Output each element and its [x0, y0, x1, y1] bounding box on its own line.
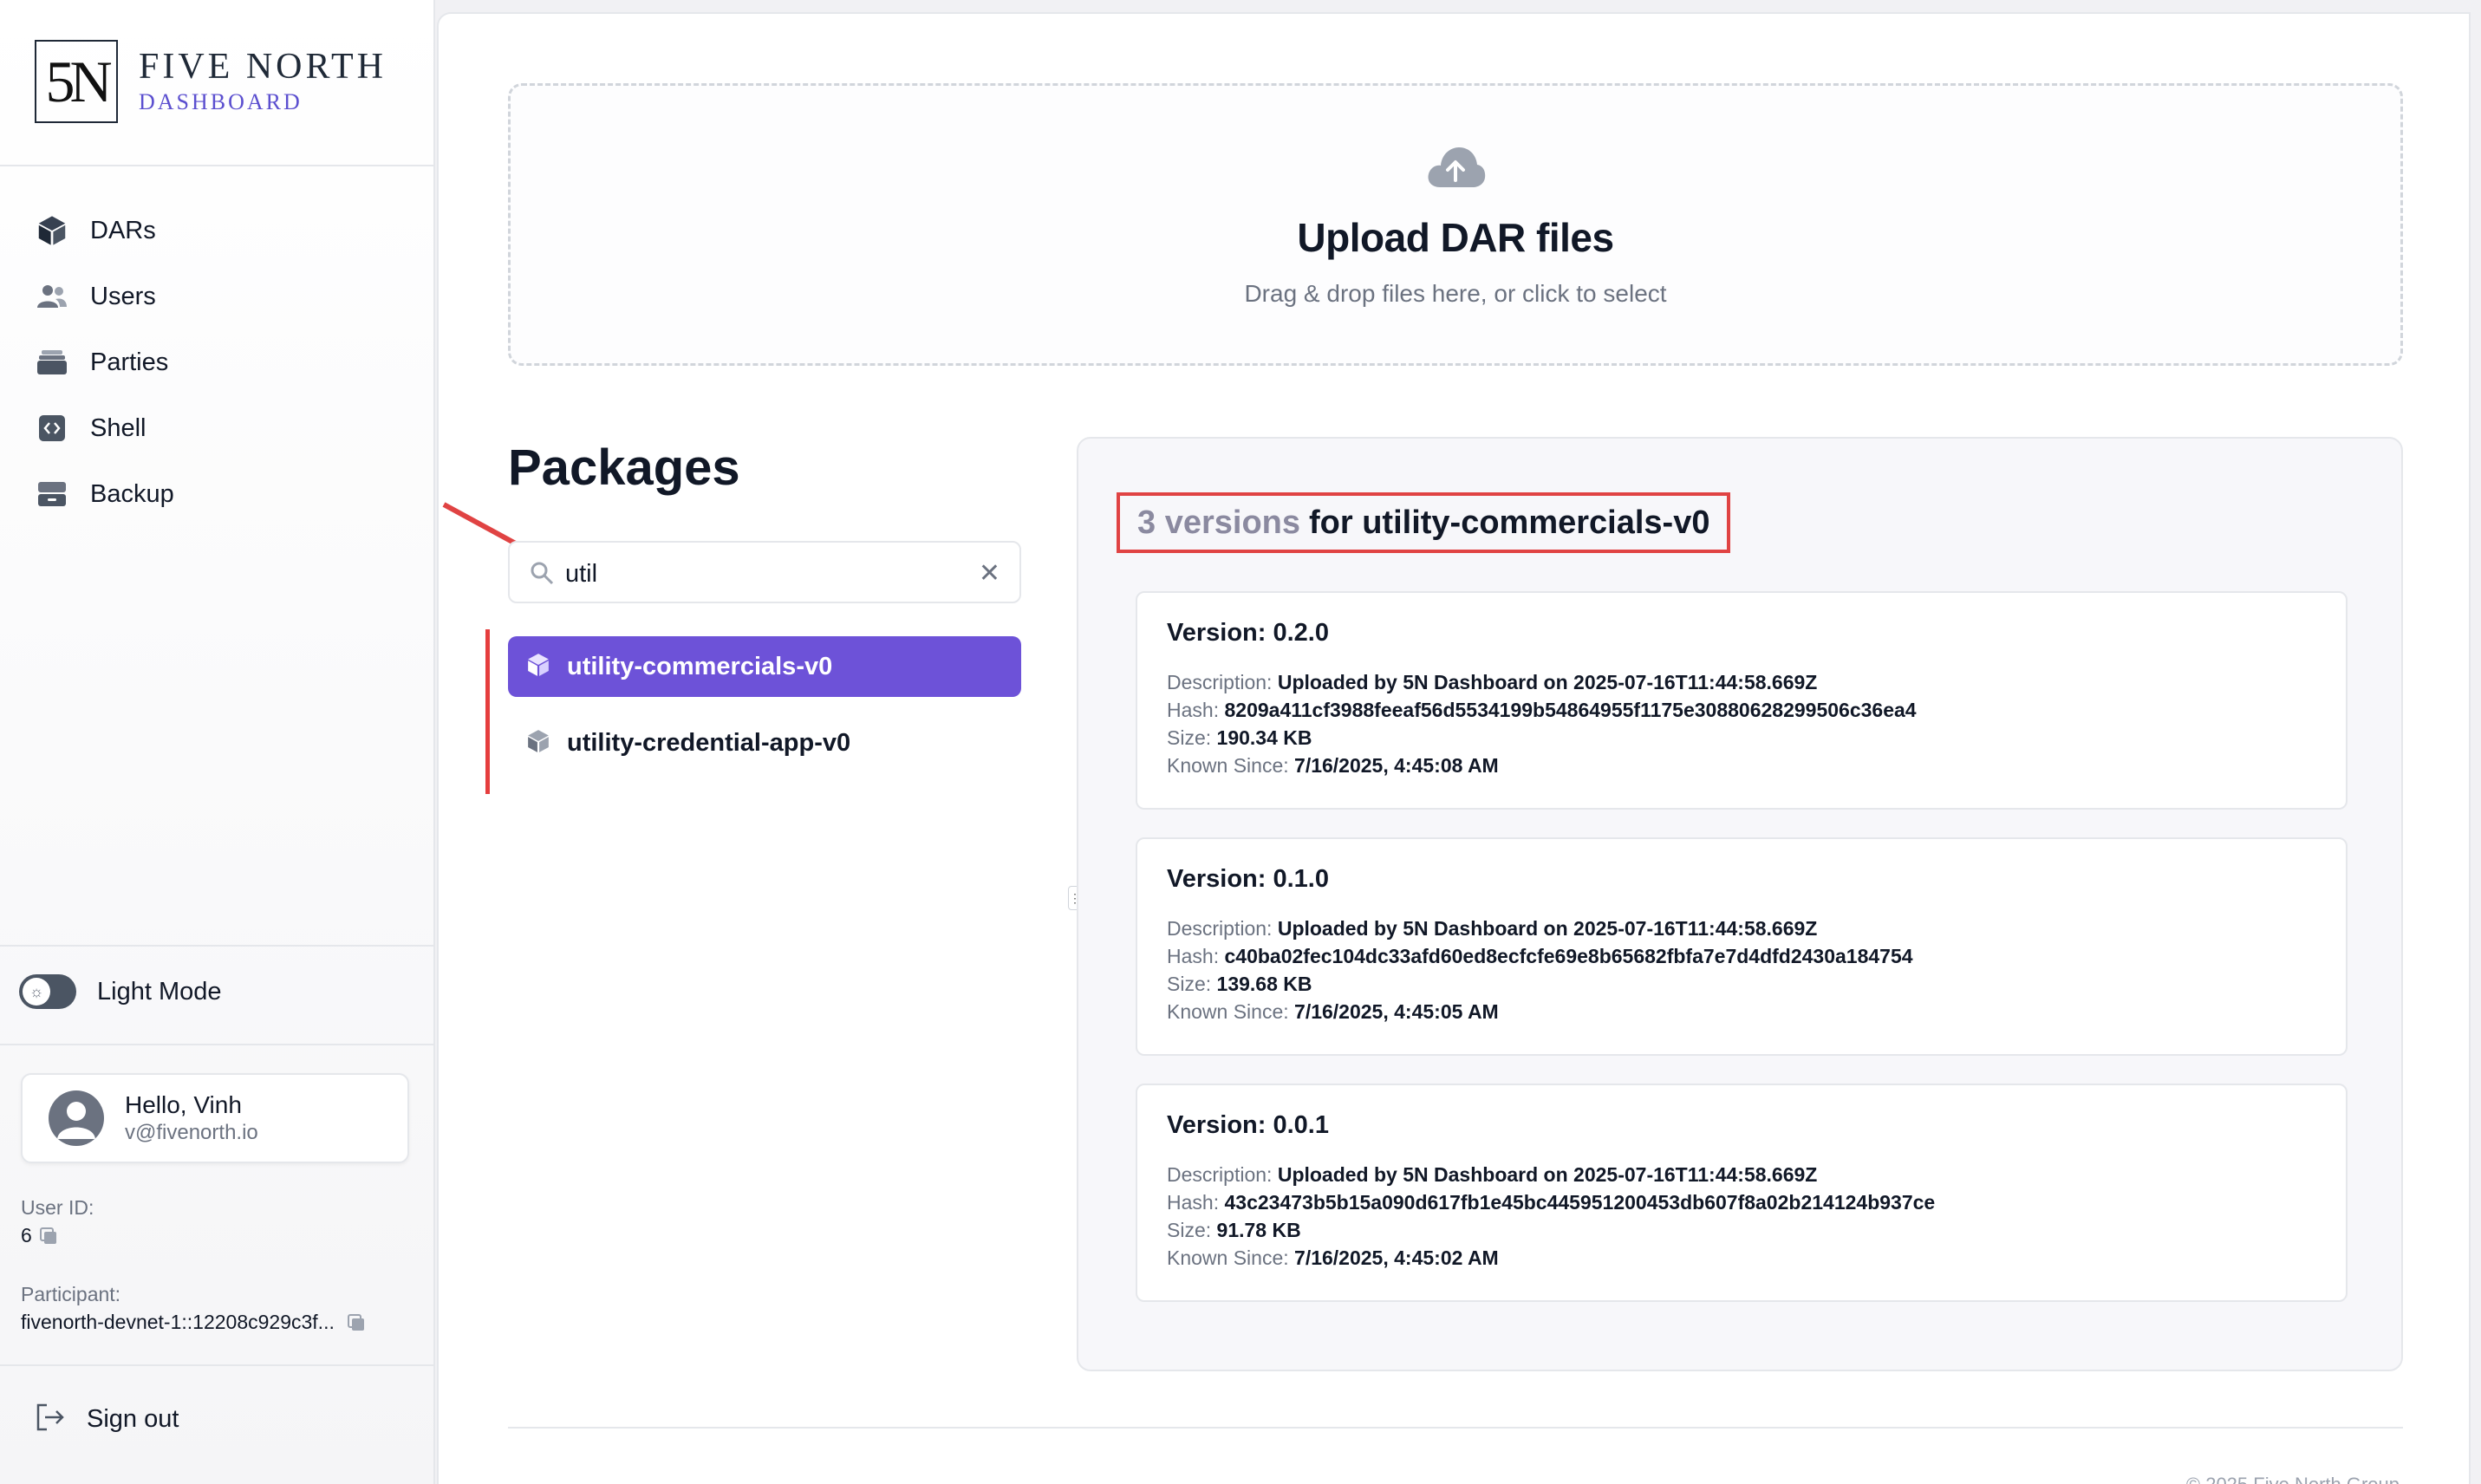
version-known-since: Known Since: 7/16/2025, 4:45:08 AM [1167, 754, 1499, 777]
participant-label: Participant: [21, 1283, 121, 1305]
brand-logo[interactable]: 5N FIVE NORTH DASHBOARD [35, 40, 387, 123]
version-card: Version: 0.1.0 Description: Uploaded by … [1136, 837, 2348, 1056]
version-card: Version: 0.2.0 Description: Uploaded by … [1136, 591, 2348, 810]
upload-dropzone[interactable]: Upload DAR files Drag & drop files here,… [508, 83, 2403, 366]
user-card[interactable]: Hello, Vinh v@fivenorth.io [21, 1073, 409, 1163]
user-id-value: 6 [21, 1224, 58, 1247]
package-label: utility-credential-app-v0 [567, 728, 851, 757]
version-hash: Hash: c40ba02fec104dc33afd60ed8ecfcfe69e… [1167, 945, 1913, 967]
upload-subtitle: Drag & drop files here, or click to sele… [1244, 279, 1667, 307]
sidebar-item-shell[interactable]: Shell [35, 395, 174, 461]
version-hash: Hash: 43c23473b5b15a090d617fb1e45bc44595… [1167, 1191, 1936, 1214]
sidebar-item-label: Parties [90, 348, 169, 376]
version-title: Version: 0.1.0 [1167, 865, 1329, 893]
user-greeting: Hello, Vinh [125, 1091, 242, 1118]
package-item-utility-commercials[interactable]: utility-commercials-v0 [508, 636, 1021, 697]
copy-icon[interactable] [347, 1313, 366, 1332]
sidebar-item-users[interactable]: Users [35, 264, 174, 329]
participant-value: fivenorth-devnet-1::12208c929c3f... [21, 1311, 366, 1334]
divider [0, 165, 435, 166]
sun-icon: ☼ [23, 978, 50, 1006]
divider [0, 1044, 435, 1045]
search-input[interactable] [565, 558, 947, 589]
version-size: Size: 139.68 KB [1167, 973, 1312, 995]
sidebar-item-dars[interactable]: DARs [35, 198, 174, 264]
logo-mark: 5N [35, 40, 118, 123]
version-description: Description: Uploaded by 5N Dashboard on… [1167, 1163, 1818, 1186]
sign-out-label: Sign out [87, 1405, 179, 1433]
versions-package: for utility-commercials-v0 [1309, 504, 1710, 541]
sidebar: 5N FIVE NORTH DASHBOARD DARs Users Parti… [0, 0, 435, 1484]
sidebar-item-label: Shell [90, 413, 147, 442]
cloud-upload-icon [1424, 142, 1487, 195]
search-icon [529, 560, 555, 586]
participant-text: fivenorth-devnet-1::12208c929c3f... [21, 1311, 335, 1333]
sidebar-item-label: Users [90, 282, 156, 310]
footer-copyright: © 2025 Five North Group [2186, 1474, 2400, 1484]
divider [0, 945, 435, 947]
package-search[interactable]: ✕ [508, 541, 1021, 603]
brand-subtitle: DASHBOARD [139, 89, 303, 114]
versions-heading: 3 versions for utility-commercials-v0 [1117, 492, 1731, 553]
annotation-bar [485, 629, 490, 794]
sidebar-item-label: DARs [90, 216, 156, 244]
version-card: Version: 0.0.1 Description: Uploaded by … [1136, 1084, 2348, 1302]
package-item-utility-credential-app[interactable]: utility-credential-app-v0 [508, 713, 1021, 773]
version-hash: Hash: 8209a411cf3988feeaf56d5534199b5486… [1167, 699, 1917, 721]
user-id-text: 6 [21, 1224, 32, 1246]
footer-divider [508, 1427, 2403, 1429]
packages-title: Packages [508, 439, 740, 496]
sidebar-nav: DARs Users Parties Shell Backup [35, 198, 174, 527]
versions-panel: 3 versions for utility-commercials-v0 Ve… [1077, 437, 2403, 1371]
version-size: Size: 190.34 KB [1167, 726, 1312, 749]
brand-title: FIVE NORTH [139, 47, 387, 87]
upload-title: Upload DAR files [1297, 214, 1614, 260]
version-known-since: Known Since: 7/16/2025, 4:45:05 AM [1167, 1000, 1499, 1023]
package-label: utility-commercials-v0 [567, 652, 833, 680]
copy-icon[interactable] [39, 1227, 58, 1246]
cube-icon [527, 653, 550, 681]
sidebar-item-parties[interactable]: Parties [35, 329, 174, 395]
user-id-label: User ID: [21, 1196, 94, 1219]
versions-count: 3 versions [1137, 504, 1300, 541]
sidebar-item-label: Backup [90, 479, 174, 508]
stack-icon [35, 345, 69, 380]
main-content: Upload DAR files Drag & drop files here,… [437, 12, 2471, 1484]
theme-label: Light Mode [97, 977, 222, 1006]
version-known-since: Known Since: 7/16/2025, 4:45:02 AM [1167, 1246, 1499, 1269]
users-icon [35, 279, 69, 314]
clear-search-icon[interactable]: ✕ [979, 558, 1000, 589]
version-size: Size: 91.78 KB [1167, 1219, 1301, 1241]
archive-icon [35, 477, 69, 511]
sign-out-icon [35, 1403, 66, 1436]
avatar [49, 1090, 104, 1146]
version-title: Version: 0.0.1 [1167, 1111, 1329, 1139]
divider [0, 1364, 435, 1366]
version-description: Description: Uploaded by 5N Dashboard on… [1167, 917, 1818, 940]
theme-toggle[interactable]: ☼ [19, 974, 76, 1009]
version-title: Version: 0.2.0 [1167, 619, 1329, 647]
sign-out-button[interactable]: Sign out [35, 1403, 179, 1436]
cube-icon [527, 729, 550, 758]
code-icon [35, 411, 69, 446]
user-email: v@fivenorth.io [125, 1121, 258, 1144]
version-description: Description: Uploaded by 5N Dashboard on… [1167, 671, 1818, 693]
sidebar-item-backup[interactable]: Backup [35, 461, 174, 527]
theme-toggle-row: ☼ Light Mode [19, 974, 222, 1009]
cube-icon [35, 213, 69, 248]
